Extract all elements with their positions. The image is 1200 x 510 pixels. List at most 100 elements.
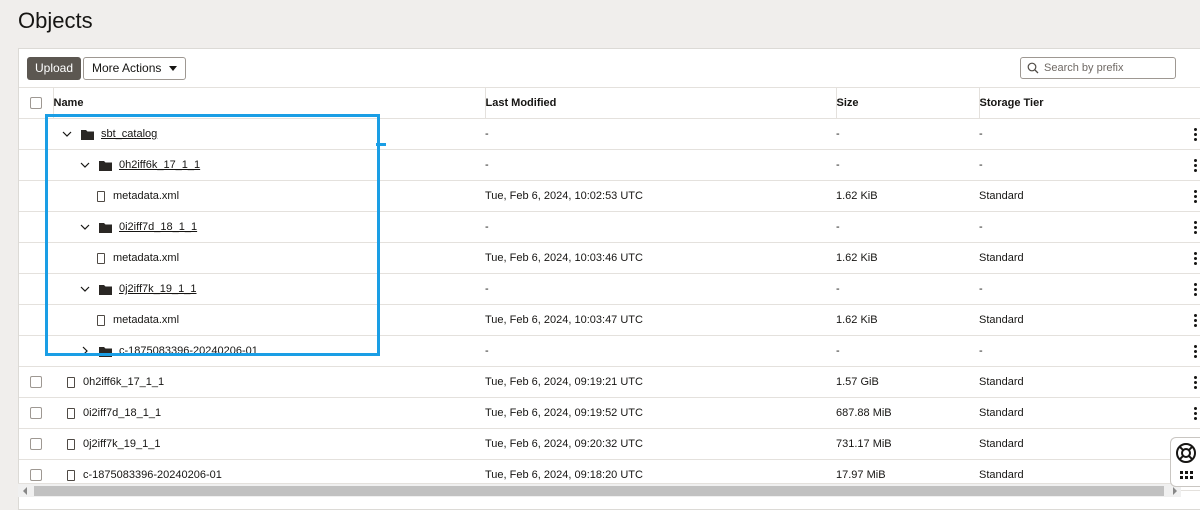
table-row[interactable]: metadata.xml Tue, Feb 6, 2024, 10:03:47 U… (19, 304, 1200, 336)
folder-link[interactable]: c-1875083396-20240206-01 (119, 345, 258, 357)
objects-table: Name Last Modified Size Storage Tier sbt… (19, 87, 1200, 491)
help-lifebuoy-icon[interactable] (1175, 442, 1197, 464)
table-row[interactable]: 0i2iff7d_18_1_1 Tue, Feb 6, 2024, 09:19:5… (19, 397, 1200, 429)
storage-tier-cell: Standard (979, 242, 1200, 274)
search-input[interactable] (1044, 62, 1169, 74)
more-actions-button[interactable]: More Actions (83, 57, 187, 80)
row-select-cell (19, 397, 53, 429)
chevron-down-icon[interactable] (61, 128, 73, 140)
kebab-menu-icon[interactable] (1194, 221, 1197, 234)
storage-tier-value: Standard (979, 252, 1024, 264)
file-name: c-1875083396-20240206-01 (83, 469, 222, 481)
folder-icon (99, 160, 112, 171)
folder-link[interactable]: 0h2iff6k_17_1_1 (119, 159, 200, 171)
size-cell: - (836, 118, 979, 150)
kebab-menu-icon[interactable] (1194, 314, 1197, 327)
kebab-menu-icon[interactable] (1194, 128, 1197, 141)
table-row[interactable]: metadata.xml Tue, Feb 6, 2024, 10:03:46 U… (19, 242, 1200, 274)
row-checkbox[interactable] (30, 469, 42, 482)
folder-icon (81, 129, 94, 140)
table-header-row: Name Last Modified Size Storage Tier (19, 87, 1200, 119)
table-row[interactable]: 0j2iff7k_19_1_1 Tue, Feb 6, 2024, 09:20:3… (19, 428, 1200, 460)
file-icon (97, 190, 105, 202)
column-header-storage-tier[interactable]: Storage Tier (978, 87, 1200, 119)
search-box[interactable] (1020, 57, 1176, 79)
storage-tier-value: Standard (979, 314, 1024, 326)
kebab-menu-icon[interactable] (1194, 252, 1197, 265)
name-cell: c-1875083396-20240206-01 (53, 335, 485, 367)
storage-tier-cell: Standard (979, 428, 1200, 460)
select-all-cell (19, 87, 53, 119)
name-cell: metadata.xml (53, 180, 485, 212)
folder-link[interactable]: sbt_catalog (101, 128, 157, 140)
name-cell: 0j2iff7k_19_1_1 (53, 273, 485, 305)
folder-icon (99, 346, 112, 357)
file-name: 0i2iff7d_18_1_1 (83, 407, 162, 419)
column-header-size[interactable]: Size (835, 87, 979, 119)
table-row[interactable]: 0i2iff7d_18_1_1- - - (19, 211, 1200, 243)
table-row[interactable]: 0j2iff7k_19_1_1- - - (19, 273, 1200, 305)
storage-tier-cell: Standard (979, 397, 1200, 429)
storage-tier-cell: Standard (979, 366, 1200, 398)
row-select-cell (19, 211, 53, 243)
chevron-down-icon[interactable] (79, 159, 91, 171)
folder-icon (99, 284, 112, 295)
name-cell: 0h2iff6k_17_1_1 (53, 366, 485, 398)
file-name: 0h2iff6k_17_1_1 (83, 376, 165, 388)
folder-link[interactable]: 0j2iff7k_19_1_1 (119, 283, 196, 295)
name-cell: metadata.xml (53, 304, 485, 336)
help-widget[interactable] (1170, 437, 1200, 487)
select-all-checkbox[interactable] (30, 97, 42, 110)
file-icon (97, 314, 105, 326)
kebab-menu-icon[interactable] (1194, 190, 1197, 203)
file-name: metadata.xml (113, 190, 180, 202)
kebab-menu-icon[interactable] (1194, 345, 1197, 358)
search-icon (1027, 62, 1039, 74)
kebab-menu-icon[interactable] (1194, 376, 1197, 389)
storage-tier-cell: - (979, 335, 1200, 367)
size-cell: 1.57 GiB (836, 366, 979, 398)
kebab-menu-icon[interactable] (1194, 407, 1197, 420)
scroll-left-arrow-icon[interactable] (23, 487, 27, 495)
folder-link[interactable]: 0i2iff7d_18_1_1 (119, 221, 197, 233)
chevron-down-icon[interactable] (79, 221, 91, 233)
storage-tier-value: Standard (979, 469, 1024, 481)
column-header-last-modified[interactable]: Last Modified (484, 87, 836, 119)
scroll-right-arrow-icon[interactable] (1173, 487, 1177, 495)
scrollbar-thumb[interactable] (34, 486, 1164, 496)
size-cell: - (836, 273, 979, 305)
kebab-menu-icon[interactable] (1194, 159, 1197, 172)
chevron-down-icon[interactable] (79, 283, 91, 295)
last-modified-cell: Tue, Feb 6, 2024, 09:20:32 UTC (485, 428, 836, 460)
row-select-cell (19, 304, 53, 336)
table-row[interactable]: c-1875083396-20240206-01- - - (19, 335, 1200, 367)
last-modified-cell: - (485, 335, 836, 367)
name-cell: 0h2iff6k_17_1_1 (53, 149, 485, 181)
column-header-name[interactable]: Name (52, 87, 485, 119)
row-checkbox[interactable] (30, 376, 42, 389)
kebab-menu-icon[interactable] (1194, 283, 1197, 296)
last-modified-cell: - (485, 273, 836, 305)
row-select-cell (19, 428, 53, 460)
last-modified-cell: Tue, Feb 6, 2024, 10:03:47 UTC (485, 304, 836, 336)
upload-button[interactable]: Upload (27, 57, 82, 80)
storage-tier-value: Standard (979, 376, 1024, 388)
table-row[interactable]: 0h2iff6k_17_1_1- - - (19, 149, 1200, 181)
apps-grid-icon[interactable] (1179, 470, 1193, 480)
size-cell: 1.62 KiB (836, 242, 979, 274)
file-icon (67, 469, 75, 481)
table-row[interactable]: metadata.xml Tue, Feb 6, 2024, 10:02:53 U… (19, 180, 1200, 212)
file-name: metadata.xml (113, 314, 180, 326)
row-select-cell (19, 149, 53, 181)
file-icon (67, 407, 75, 419)
row-checkbox[interactable] (30, 438, 42, 451)
row-checkbox[interactable] (30, 407, 42, 420)
size-cell: - (836, 211, 979, 243)
chevron-right-icon[interactable] (79, 345, 91, 357)
last-modified-cell: Tue, Feb 6, 2024, 09:19:21 UTC (485, 366, 836, 398)
row-select-cell (19, 273, 53, 305)
table-row[interactable]: 0h2iff6k_17_1_1 Tue, Feb 6, 2024, 09:19:2… (19, 366, 1200, 398)
horizontal-scrollbar[interactable] (18, 483, 1181, 497)
table-row[interactable]: sbt_catalog - - - (19, 118, 1200, 150)
size-cell: - (836, 335, 979, 367)
